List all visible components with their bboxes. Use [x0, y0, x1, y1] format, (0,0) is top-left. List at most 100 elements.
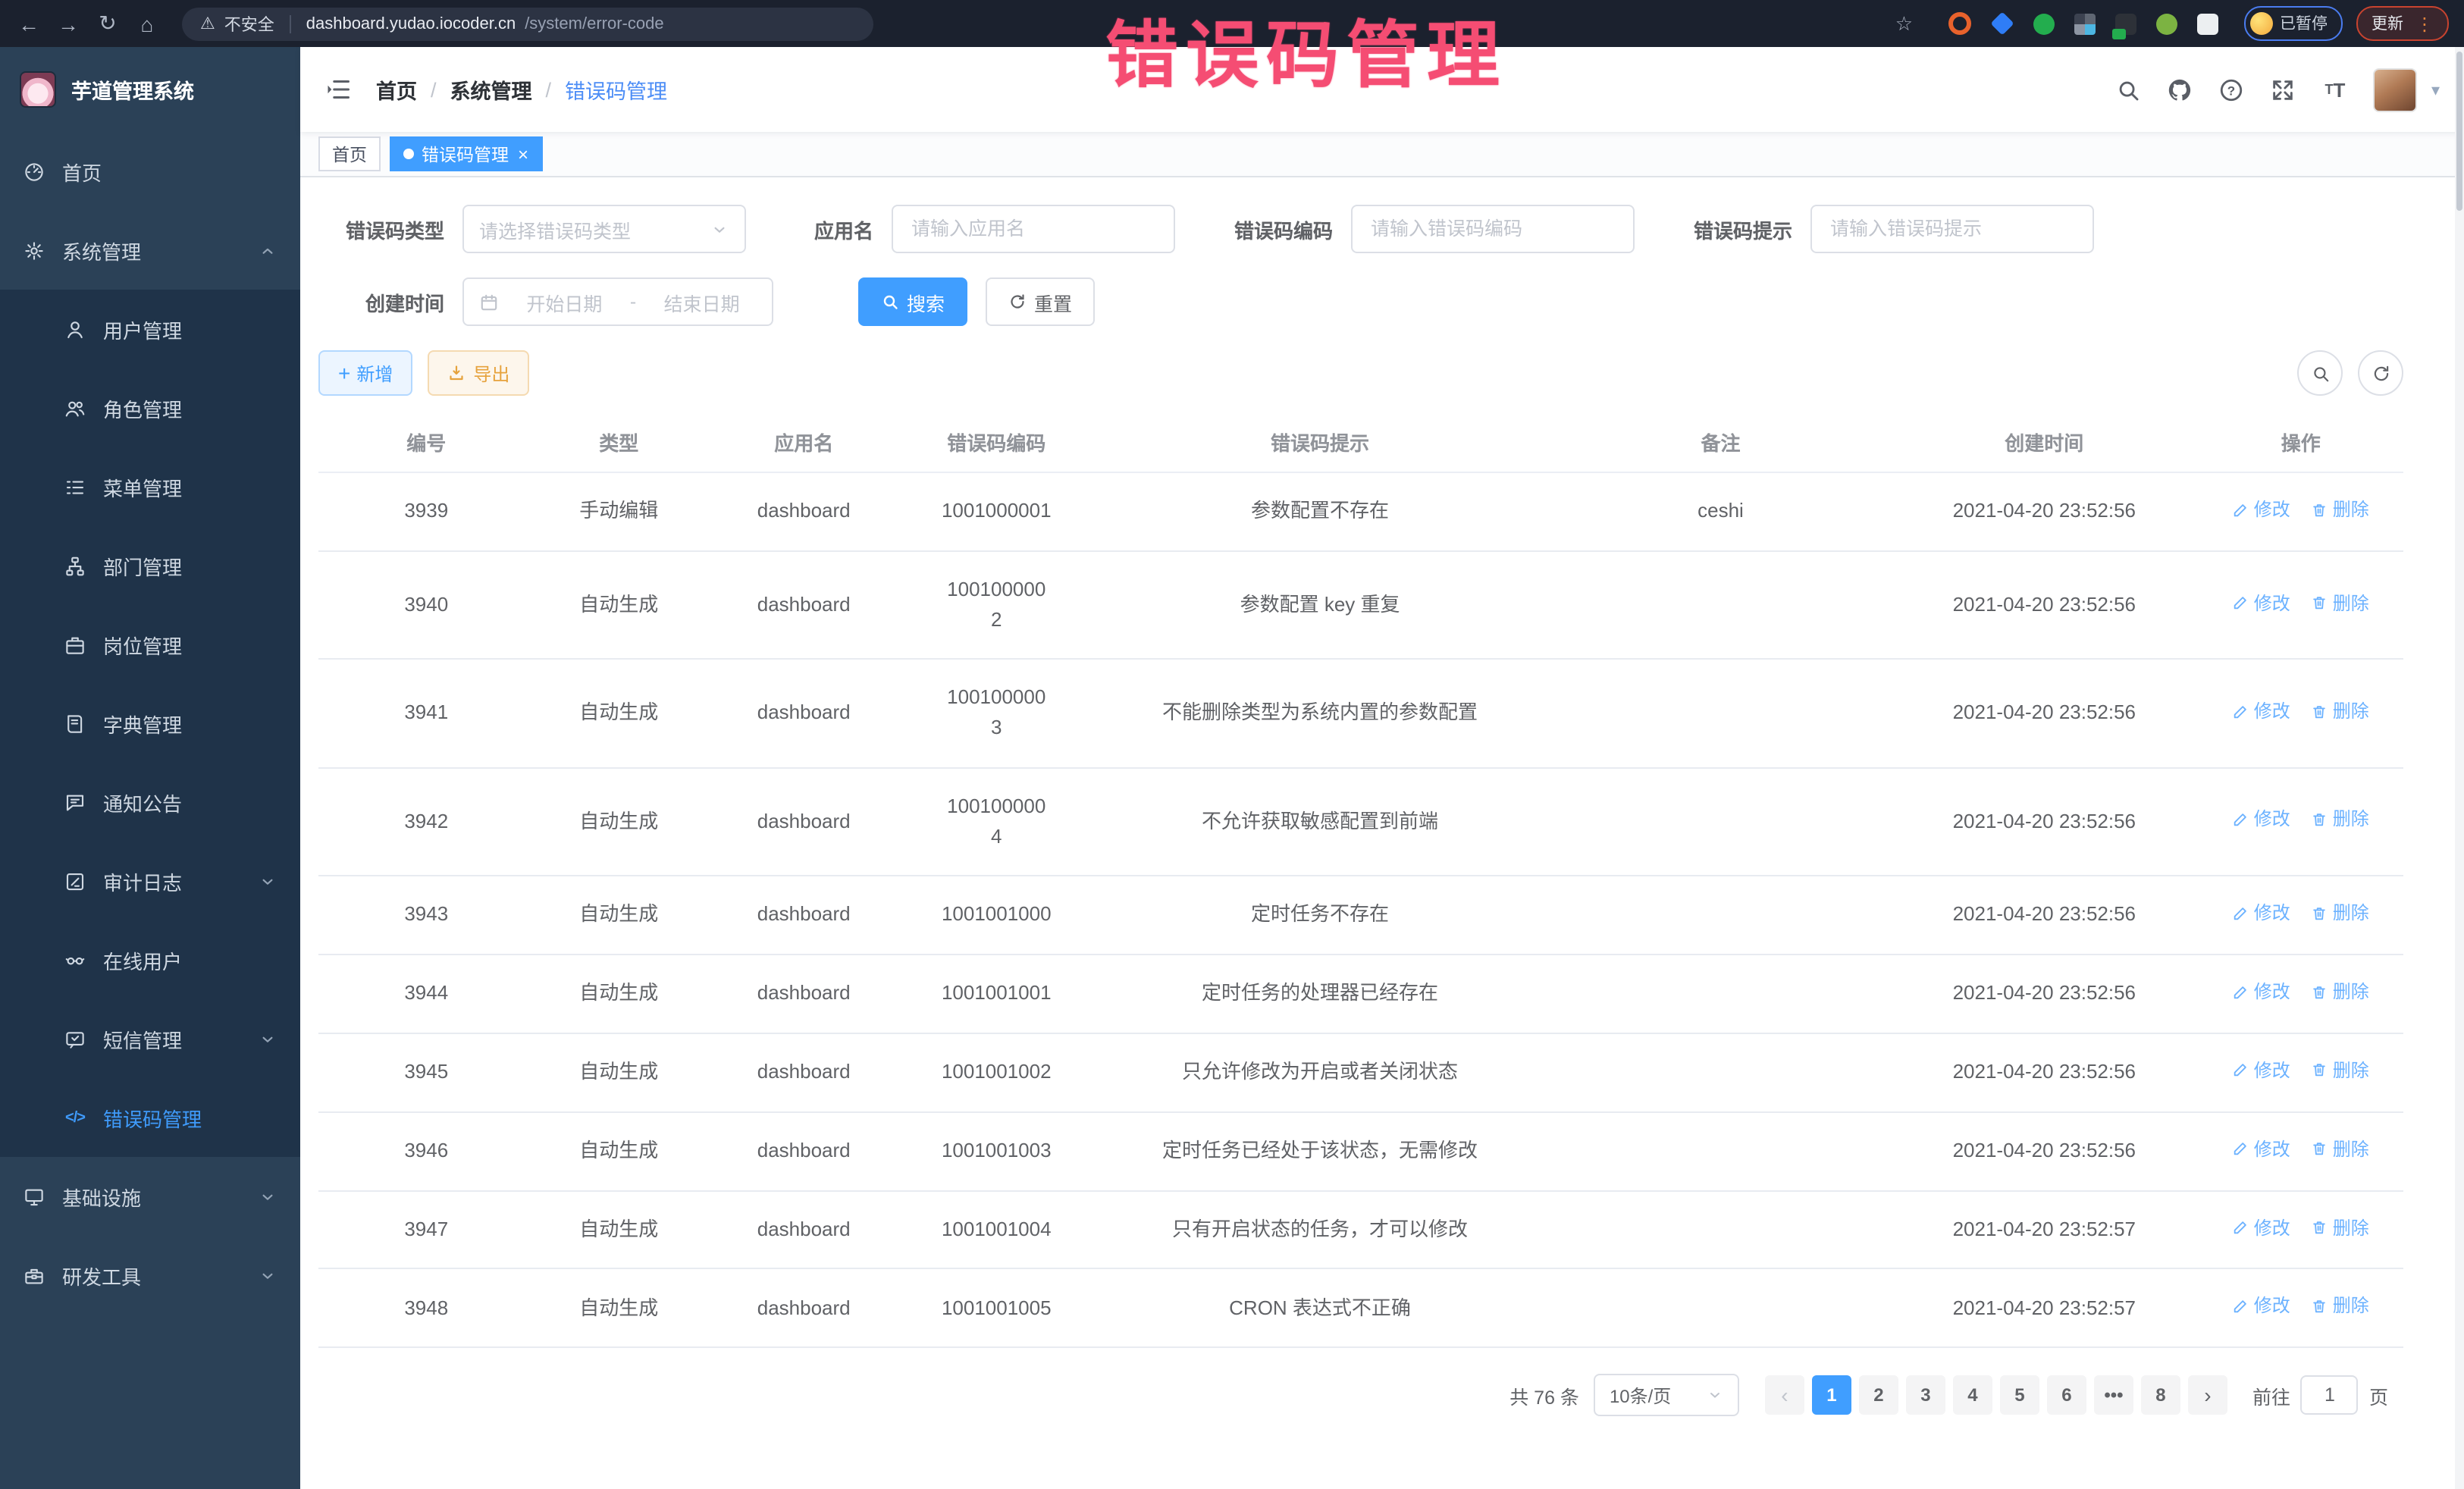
puzzle-extension-icon[interactable]: [2196, 13, 2218, 34]
delete-link[interactable]: 删除: [2312, 1293, 2369, 1321]
tag-home[interactable]: 首页: [318, 136, 381, 171]
breadcrumb-system[interactable]: 系统管理: [450, 74, 532, 105]
github-icon[interactable]: [2168, 77, 2193, 102]
help-icon[interactable]: ?: [2219, 77, 2245, 102]
url-host: dashboard.yudao.iocoder.cn: [306, 14, 516, 33]
hamburger-icon[interactable]: [324, 76, 352, 103]
delete-link[interactable]: 删除: [2312, 1135, 2369, 1163]
page-button-6[interactable]: 6: [2047, 1376, 2086, 1415]
blue-gem-extension-icon[interactable]: [1989, 11, 2013, 35]
update-button[interactable]: 更新 ⋮: [2356, 6, 2449, 41]
address-bar[interactable]: ⚠ 不安全 dashboard.yudao.iocoder.cn/system/…: [182, 7, 873, 40]
sidebar-item-dev-tools[interactable]: 研发工具: [0, 1236, 300, 1315]
edit-link[interactable]: 修改: [2233, 1056, 2290, 1084]
browser-reload-icon[interactable]: ↻: [94, 10, 121, 37]
sidebar-item-home[interactable]: 首页: [0, 132, 300, 211]
delete-link[interactable]: 删除: [2312, 496, 2369, 524]
delete-link[interactable]: 删除: [2312, 697, 2369, 726]
green-circle-extension-icon[interactable]: [2033, 13, 2054, 34]
sidebar-item-user-management[interactable]: 用户管理: [0, 290, 300, 368]
cell-msg: 只有开启状态的任务，才可以修改: [1089, 1190, 1551, 1269]
page-button-3[interactable]: 3: [1906, 1376, 1945, 1415]
tag-error-code[interactable]: 错误码管理 ×: [390, 136, 542, 171]
browser-home-icon[interactable]: ⌂: [133, 10, 161, 37]
browser-menu-icon[interactable]: ⋮: [2415, 13, 2434, 34]
delete-link[interactable]: 删除: [2312, 899, 2369, 927]
export-button[interactable]: 导出: [428, 350, 529, 396]
header-app: 应用名: [704, 414, 904, 472]
page-button-5[interactable]: 5: [2000, 1376, 2039, 1415]
edit-link[interactable]: 修改: [2233, 977, 2290, 1005]
cell-type: 自动生成: [534, 876, 704, 955]
sidebar-item-audit-log[interactable]: 审计日志: [0, 842, 300, 920]
page-size-select[interactable]: 10条/页: [1594, 1375, 1740, 1417]
delete-link[interactable]: 删除: [2312, 977, 2369, 1005]
fullscreen-icon[interactable]: [2271, 77, 2296, 102]
sidebar-logo[interactable]: 芋道管理系统: [0, 47, 300, 132]
page-button-1[interactable]: 1: [1812, 1376, 1851, 1415]
green-leaf-extension-icon[interactable]: [2155, 13, 2177, 34]
sidebar-item-online-users[interactable]: 在线用户: [0, 920, 300, 999]
browser-forward-icon[interactable]: →: [55, 10, 82, 37]
delete-link[interactable]: 删除: [2312, 589, 2369, 617]
edit-link[interactable]: 修改: [2233, 496, 2290, 524]
bookmark-star-icon[interactable]: ☆: [1895, 11, 1913, 36]
user-avatar[interactable]: [2374, 67, 2418, 111]
grid-extension-icon[interactable]: [2074, 13, 2095, 34]
delete-link[interactable]: 删除: [2312, 1214, 2369, 1242]
add-button[interactable]: + 新增: [318, 350, 412, 396]
show-search-icon[interactable]: [2297, 350, 2343, 396]
search-icon[interactable]: [2116, 77, 2142, 102]
app-input[interactable]: [908, 217, 1158, 241]
orange-ring-extension-icon[interactable]: [1948, 12, 1970, 35]
delete-link[interactable]: 删除: [2312, 1056, 2369, 1084]
vertical-scrollbar[interactable]: [2455, 47, 2464, 1489]
cell-type: 自动生成: [534, 954, 704, 1033]
sidebar-item-role-management[interactable]: 角色管理: [0, 368, 300, 447]
sidebar-item-notice[interactable]: 通知公告: [0, 763, 300, 842]
refresh-icon[interactable]: [2358, 350, 2403, 396]
dark-list-extension-icon[interactable]: [2114, 13, 2136, 34]
profile-paused-badge[interactable]: 已暂停: [2243, 6, 2343, 41]
page-button-8[interactable]: 8: [2141, 1376, 2180, 1415]
sidebar-item-menu-management[interactable]: 菜单管理: [0, 447, 300, 526]
search-button[interactable]: 搜索: [858, 277, 967, 326]
next-page-button[interactable]: ›: [2188, 1376, 2227, 1415]
type-select[interactable]: 请选择错误码类型: [462, 205, 746, 253]
sidebar-item-infrastructure[interactable]: 基础设施: [0, 1157, 300, 1236]
breadcrumb-home[interactable]: 首页: [376, 74, 417, 105]
edit-link[interactable]: 修改: [2233, 589, 2290, 617]
delete-link[interactable]: 删除: [2312, 805, 2369, 833]
sidebar-item-post-management[interactable]: 岗位管理: [0, 605, 300, 684]
edit-link[interactable]: 修改: [2233, 805, 2290, 833]
font-size-icon[interactable]: TT: [2322, 77, 2348, 102]
page-button-4[interactable]: 4: [1953, 1376, 1992, 1415]
prev-page-button[interactable]: ‹: [1765, 1376, 1804, 1415]
sidebar-item-sms-management[interactable]: 短信管理: [0, 999, 300, 1078]
reset-button[interactable]: 重置: [986, 277, 1095, 326]
date-range-picker[interactable]: 开始日期 - 结束日期: [462, 277, 773, 326]
page-button-2[interactable]: 2: [1859, 1376, 1898, 1415]
goto-page-input[interactable]: [2301, 1376, 2359, 1415]
scrollbar-thumb[interactable]: [2456, 52, 2462, 211]
chevron-down-icon[interactable]: ▾: [2431, 80, 2440, 99]
sidebar-item-error-code[interactable]: </>错误码管理: [0, 1078, 300, 1157]
edit-link[interactable]: 修改: [2233, 899, 2290, 927]
edit-link[interactable]: 修改: [2233, 1214, 2290, 1242]
browser-back-icon[interactable]: ←: [15, 10, 42, 37]
plus-icon: +: [338, 361, 350, 385]
page-ellipsis-button[interactable]: •••: [2094, 1376, 2133, 1415]
sidebar-item-system-management[interactable]: 系统管理: [0, 211, 300, 290]
edit-link[interactable]: 修改: [2233, 697, 2290, 726]
msg-input[interactable]: [1827, 217, 2077, 241]
sidebar-item-dict-management[interactable]: 字典管理: [0, 684, 300, 763]
cell-time: 2021-04-20 23:52:56: [1890, 659, 2199, 767]
sidebar-item-dept-management[interactable]: 部门管理: [0, 526, 300, 605]
table-row: 3941自动生成dashboard100100000 3不能删除类型为系统内置的…: [318, 659, 2403, 767]
code-input[interactable]: [1368, 217, 1618, 241]
edit-link[interactable]: 修改: [2233, 1135, 2290, 1163]
edit-link[interactable]: 修改: [2233, 1293, 2290, 1321]
screen: ← → ↻ ⌂ ⚠ 不安全 dashboard.yudao.iocoder.cn…: [0, 0, 2464, 1489]
close-icon[interactable]: ×: [518, 145, 528, 163]
table-row: 3946自动生成dashboard1001001003定时任务已经处于该状态，无…: [318, 1111, 2403, 1190]
